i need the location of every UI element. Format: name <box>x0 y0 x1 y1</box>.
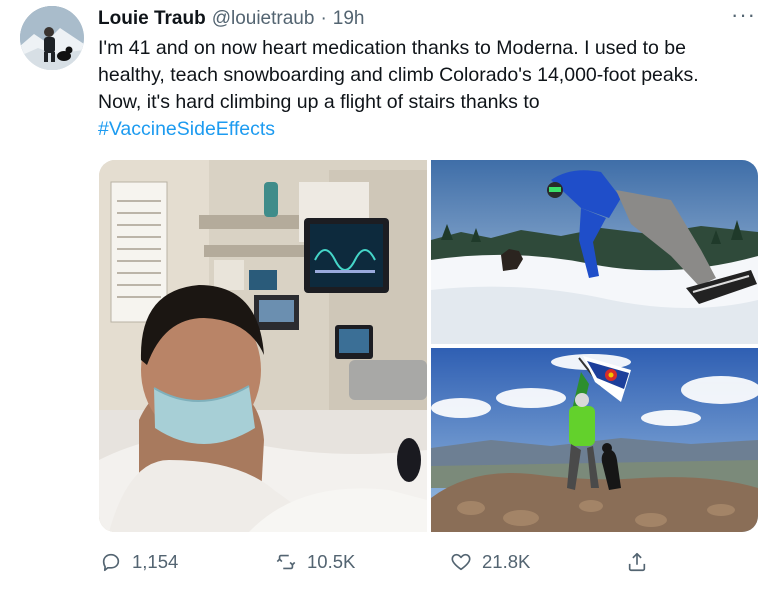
tweet-actions: 1,154 10.5K 21.8K <box>100 546 660 578</box>
retweet-button[interactable]: 10.5K <box>275 546 355 578</box>
photo-snowboarding[interactable] <box>431 160 758 344</box>
heart-icon <box>451 553 471 571</box>
tweet-text-line: healthy, teach snowboarding and climb Co… <box>98 64 699 86</box>
like-count: 21.8K <box>482 551 531 572</box>
share-icon <box>628 552 646 572</box>
timestamp[interactable]: 19h <box>333 8 365 30</box>
author-handle[interactable]: @louietraub <box>212 8 315 30</box>
avatar[interactable] <box>20 6 84 70</box>
like-button[interactable]: 21.8K <box>450 546 530 578</box>
tweet-header: Louie Traub @louietraub · 19h <box>98 4 364 34</box>
tweet-card: Louie Traub @louietraub · 19h ··· I'm 41… <box>0 0 778 599</box>
photo-mountain-summit[interactable] <box>431 348 758 532</box>
separator-dot: · <box>320 8 327 29</box>
tweet-text: I'm 41 and on now heart medication thank… <box>98 35 758 143</box>
retweet-icon <box>276 554 296 570</box>
reply-button[interactable]: 1,154 <box>100 546 178 578</box>
retweet-count: 10.5K <box>307 551 356 572</box>
photo-hospital-selfie[interactable] <box>99 160 427 532</box>
tweet-text-line: I'm 41 and on now heart medication thank… <box>98 37 686 59</box>
hashtag-link[interactable]: #VaccineSideEffects <box>98 116 758 143</box>
author-name[interactable]: Louie Traub <box>98 8 206 30</box>
reply-icon <box>102 553 120 572</box>
reply-count: 1,154 <box>132 551 179 572</box>
media-grid <box>99 160 758 532</box>
share-button[interactable] <box>626 546 648 578</box>
tweet-text-line: Now, it's hard climbing up a flight of s… <box>98 91 540 113</box>
avatar-image <box>20 6 84 70</box>
more-options-icon[interactable]: ··· <box>731 2 756 28</box>
